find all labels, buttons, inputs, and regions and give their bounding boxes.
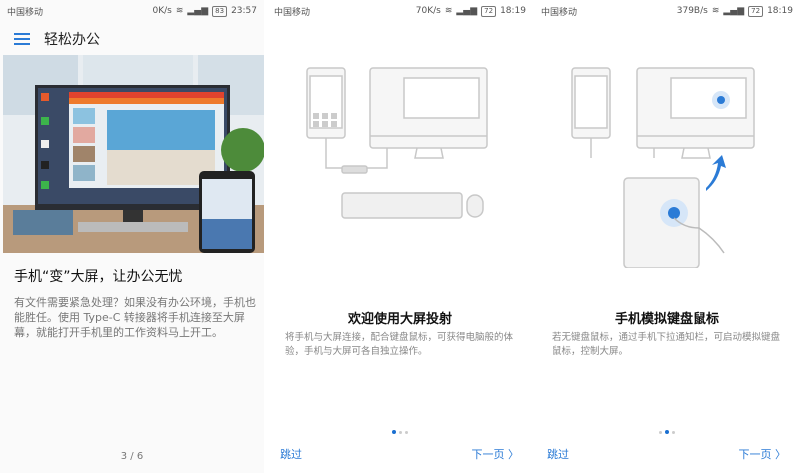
net-speed: 379B/s: [676, 6, 708, 16]
status-bar: 中国移动 70K/s ≋ ▂▄▆ 72 18:19: [267, 0, 533, 22]
signal-icon: ▂▄▆: [723, 6, 745, 16]
clock: 23:57: [231, 6, 257, 16]
easy-office-panel: 中国移动 0K/s ≋ ▂▄▆ 83 23:57 轻松办公 手机“变”大屏，让办公无忧 …: [0, 0, 266, 473]
page-dot: [405, 430, 408, 434]
projection-welcome-panel: 中国移动 70K/s ≋ ▂▄▆ 72 18:19 欢迎使用大屏投射 将手机与大屏连接，…: [267, 0, 533, 473]
projection-illustration: [306, 67, 488, 219]
virtual-mouse-illustration: [571, 67, 755, 268]
feature-title: 手机模拟键盘鼠标: [614, 312, 719, 327]
page-dots: [534, 430, 800, 434]
page-dot-active: [392, 430, 396, 434]
page-dot-active: [665, 430, 669, 434]
carrier: 中国移动: [541, 7, 578, 18]
wifi-icon: ≋: [711, 6, 720, 16]
net-speed: 70K/s: [415, 6, 441, 16]
signal-icon: ▂▄▆: [187, 6, 209, 16]
office-photo: [3, 55, 264, 253]
feature-title: 欢迎使用大屏投射: [347, 312, 452, 327]
feature-description: 有文件需要紧急处理？如果没有办公环境，手机也能胜任。使用 Type-C 转接器将…: [14, 296, 256, 339]
skip-button[interactable]: 跳过: [280, 446, 302, 462]
wifi-icon: ≋: [175, 6, 184, 16]
page-dots: [267, 430, 533, 434]
menu-icon[interactable]: [14, 32, 30, 45]
page-dot: [399, 430, 402, 434]
skip-button[interactable]: 跳过: [547, 446, 569, 462]
page-title: 轻松办公: [44, 31, 100, 48]
clock: 18:19: [500, 6, 526, 16]
feature-description: 若无键盘鼠标，通过手机下拉通知栏，可启动模拟键盘鼠标，控制大屏。: [552, 332, 781, 357]
carrier: 中国移动: [7, 7, 44, 18]
next-label: 下一页: [738, 448, 772, 461]
app-header: 轻松办公: [0, 22, 264, 55]
battery-icon: 83: [212, 5, 228, 17]
page-dot: [659, 430, 662, 434]
wifi-icon: ≋: [444, 6, 453, 16]
chevron-right-icon: 〉: [508, 448, 519, 461]
clock: 18:19: [767, 6, 793, 16]
status-bar: 中国移动 379B/s ≋ ▂▄▆ 72 18:19: [534, 0, 800, 22]
page-dot: [672, 430, 675, 434]
feature-title: 手机“变”大屏，让办公无忧: [14, 269, 183, 285]
virtual-mouse-panel: 中国移动 379B/s ≋ ▂▄▆ 72 18:19 手机模拟键盘鼠标 若无键盘鼠标，通…: [534, 0, 800, 473]
battery-icon: 72: [748, 5, 764, 17]
chevron-right-icon: 〉: [775, 448, 786, 461]
feature-description: 将手机与大屏连接，配合键盘鼠标，可获得电脑般的体验，手机与大屏可各自独立操作。: [285, 332, 514, 357]
page-indicator: 3 / 6: [120, 451, 144, 462]
next-page-button[interactable]: 下一页 〉: [739, 446, 787, 462]
status-bar: 中国移动 0K/s ≋ ▂▄▆ 83 23:57: [0, 0, 264, 22]
signal-icon: ▂▄▆: [456, 6, 478, 16]
next-page-button[interactable]: 下一页 〉: [472, 446, 520, 462]
net-speed: 0K/s: [152, 6, 172, 16]
next-label: 下一页: [471, 448, 505, 461]
battery-icon: 72: [481, 5, 497, 17]
carrier: 中国移动: [274, 7, 311, 18]
